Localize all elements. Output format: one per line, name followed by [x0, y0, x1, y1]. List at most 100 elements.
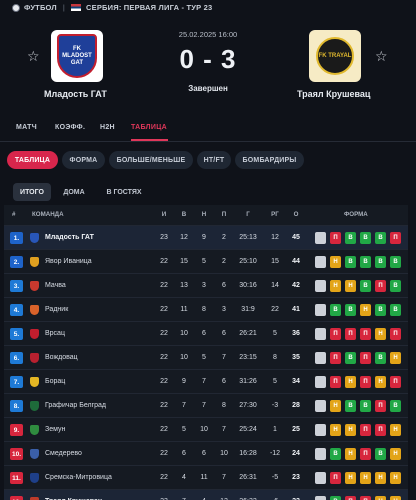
form-result-badge[interactable]: В	[375, 232, 386, 244]
form-result-badge[interactable]: В	[345, 232, 356, 244]
form-result-badge[interactable]: П	[330, 328, 341, 340]
table-row[interactable]: 12.Траял Крушевац23741226:32-622?ВППНН	[4, 489, 408, 500]
form-result-badge[interactable]: В	[390, 280, 401, 292]
form-result-badge[interactable]: Н	[345, 448, 356, 460]
team-name[interactable]: Мачва	[45, 282, 66, 289]
next-match-badge[interactable]: ?	[315, 256, 326, 268]
team-name[interactable]: Радник	[45, 306, 68, 313]
form-result-badge[interactable]: Н	[375, 376, 386, 388]
pill-form[interactable]: ФОРМА	[62, 151, 105, 169]
form-result-badge[interactable]: В	[390, 256, 401, 268]
form-result-badge[interactable]: П	[345, 328, 356, 340]
form-result-badge[interactable]: В	[360, 232, 371, 244]
team-name[interactable]: Графичар Белград	[45, 402, 106, 409]
form-result-badge[interactable]: П	[330, 376, 341, 388]
col-played[interactable]: И	[155, 211, 173, 218]
team-name[interactable]: Врсац	[45, 330, 65, 337]
col-lost[interactable]: П	[215, 211, 233, 218]
form-result-badge[interactable]: П	[375, 400, 386, 412]
pill-over-under[interactable]: БОЛЬШЕ/МЕНЬШЕ	[109, 151, 193, 169]
form-result-badge[interactable]: Н	[390, 352, 401, 364]
form-result-badge[interactable]: Н	[360, 304, 371, 316]
table-row[interactable]: 2. Явор Иваница 22 15 5 2 25:10 15 44? Н В В В В	[4, 249, 408, 273]
next-match-badge[interactable]: ?	[315, 328, 326, 340]
form-result-badge[interactable]: П	[375, 424, 386, 436]
col-drawn[interactable]: Н	[195, 211, 213, 218]
table-row[interactable]: 8. Графичар Белград 22 7 7 8 27:30 -3 28? Н В В П В	[4, 393, 408, 417]
team-name[interactable]: Сремска-Митровица	[45, 474, 112, 481]
pill-top-scorers[interactable]: БОМБАРДИРЫ	[235, 151, 304, 169]
next-match-badge[interactable]: ?	[315, 352, 326, 364]
next-match-badge[interactable]: ?	[315, 232, 326, 244]
next-match-badge[interactable]: ?	[315, 472, 326, 484]
form-result-badge[interactable]: В	[345, 304, 356, 316]
form-result-badge[interactable]: В	[330, 304, 341, 316]
form-result-badge[interactable]: Н	[390, 424, 401, 436]
table-row[interactable]: 10. Смедерево 22 6 6 10 16:28 -12 24? В Н П В Н	[4, 441, 408, 465]
team-name[interactable]: Борац	[45, 378, 65, 385]
table-row[interactable]: 3. Мачва 22 13 3 6 30:16 14 42? Н Н В П В	[4, 273, 408, 297]
away-team-name[interactable]: Траял Крушевац	[297, 89, 370, 99]
form-result-badge[interactable]: Н	[375, 496, 386, 500]
form-result-badge[interactable]: П	[390, 328, 401, 340]
form-result-badge[interactable]: В	[360, 256, 371, 268]
form-result-badge[interactable]: П	[330, 232, 341, 244]
next-match-badge[interactable]: ?	[315, 304, 326, 316]
form-result-badge[interactable]: В	[330, 496, 341, 500]
form-result-badge[interactable]: П	[360, 352, 371, 364]
subtab-home[interactable]: ДОМА	[58, 183, 90, 201]
table-row[interactable]: 9. Земун 22 5 10 7 25:24 1 25? Н Н П П Н	[4, 417, 408, 441]
form-result-badge[interactable]: В	[390, 304, 401, 316]
form-result-badge[interactable]: Н	[330, 280, 341, 292]
form-result-badge[interactable]: П	[375, 280, 386, 292]
form-result-badge[interactable]: В	[345, 352, 356, 364]
next-match-badge[interactable]: ?	[315, 376, 326, 388]
form-result-badge[interactable]: В	[390, 400, 401, 412]
form-result-badge[interactable]: В	[345, 256, 356, 268]
form-result-badge[interactable]: П	[345, 496, 356, 500]
form-result-badge[interactable]: Н	[390, 472, 401, 484]
form-result-badge[interactable]: В	[330, 448, 341, 460]
form-result-badge[interactable]: Н	[390, 496, 401, 500]
team-name[interactable]: Вождовац	[45, 354, 78, 361]
breadcrumb-league[interactable]: СЕРБИЯ: ПЕРВАЯ ЛИГА - ТУР 23	[86, 3, 212, 12]
form-result-badge[interactable]: В	[375, 352, 386, 364]
team-name[interactable]: Земун	[45, 426, 65, 433]
col-goals[interactable]: Г	[235, 211, 261, 218]
team-name[interactable]: Смедерево	[45, 450, 82, 457]
form-result-badge[interactable]: Н	[345, 472, 356, 484]
form-result-badge[interactable]: Н	[390, 448, 401, 460]
next-match-badge[interactable]: ?	[315, 496, 326, 500]
form-result-badge[interactable]: В	[375, 304, 386, 316]
pill-ht-ft[interactable]: HT/FT	[197, 151, 231, 169]
form-result-badge[interactable]: П	[330, 472, 341, 484]
form-result-badge[interactable]: Н	[375, 472, 386, 484]
away-team-logo[interactable]: FK TRAYAL	[309, 30, 361, 82]
table-row[interactable]: 5. Врсац 22 10 6 6 26:21 5 36? П П П Н П	[4, 321, 408, 345]
form-result-badge[interactable]: В	[375, 256, 386, 268]
table-row[interactable]: 4. Радник 22 11 8 3 31:9 22 41? В В Н В В	[4, 297, 408, 321]
subtab-overall[interactable]: ИТОГО	[13, 183, 51, 201]
form-result-badge[interactable]: Н	[345, 376, 356, 388]
breadcrumb-sport[interactable]: ФУТБОЛ	[24, 3, 57, 12]
tab-odds[interactable]: КОЭФФ.	[55, 124, 85, 131]
favorite-away-star-icon[interactable]: ☆	[375, 48, 388, 65]
tab-match[interactable]: МАТЧ	[16, 124, 37, 131]
form-result-badge[interactable]: Н	[375, 328, 386, 340]
tab-h2h[interactable]: H2H	[100, 124, 115, 131]
form-result-badge[interactable]: П	[360, 424, 371, 436]
form-result-badge[interactable]: П	[390, 376, 401, 388]
pill-table[interactable]: ТАБЛИЦА	[7, 151, 58, 169]
form-result-badge[interactable]: П	[360, 328, 371, 340]
form-result-badge[interactable]: П	[330, 352, 341, 364]
next-match-badge[interactable]: ?	[315, 448, 326, 460]
form-result-badge[interactable]: Н	[360, 472, 371, 484]
form-result-badge[interactable]: П	[360, 496, 371, 500]
team-name[interactable]: Младость ГАТ	[45, 234, 94, 241]
form-result-badge[interactable]: П	[390, 232, 401, 244]
form-result-badge[interactable]: Н	[345, 280, 356, 292]
next-match-badge[interactable]: ?	[315, 400, 326, 412]
next-match-badge[interactable]: ?	[315, 424, 326, 436]
team-name[interactable]: Явор Иваница	[45, 258, 92, 265]
next-match-badge[interactable]: ?	[315, 280, 326, 292]
